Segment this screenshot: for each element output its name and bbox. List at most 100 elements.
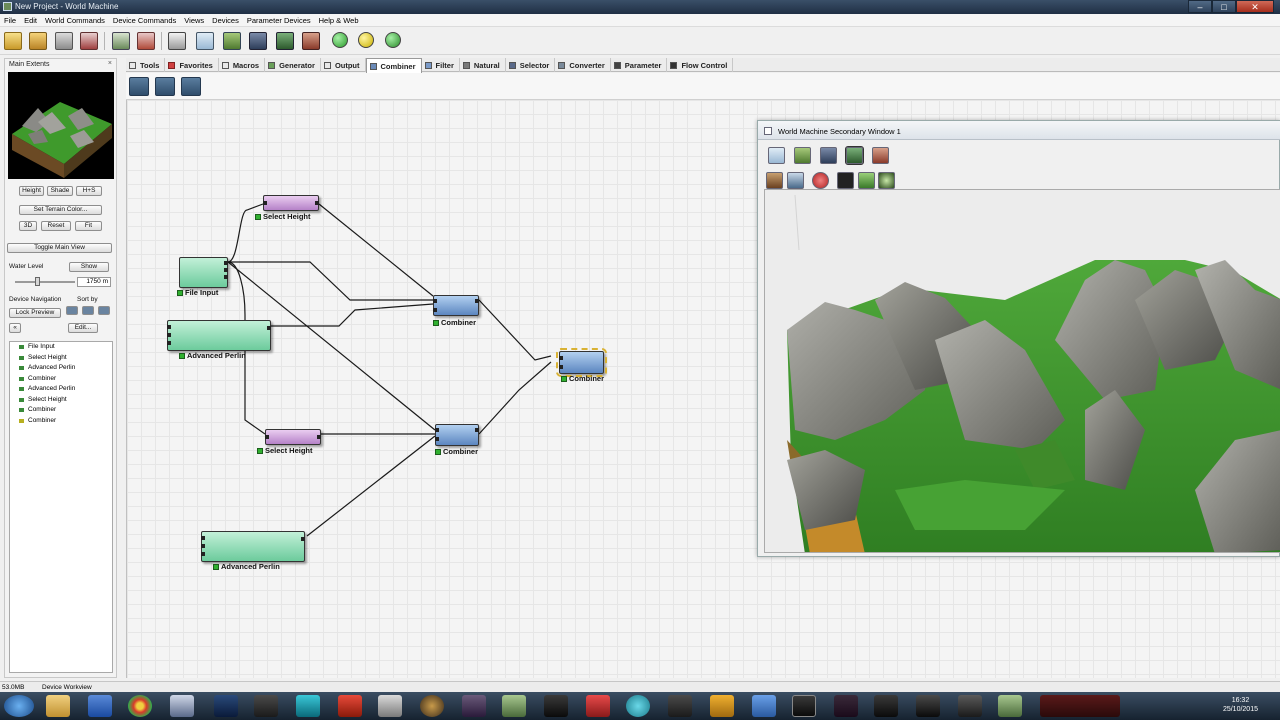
taskbar-clock[interactable]: 16:32 25/10/2015 (1223, 696, 1258, 714)
input-port[interactable] (201, 552, 205, 556)
record-icon[interactable] (812, 172, 829, 189)
file-input-node[interactable] (179, 257, 228, 288)
menu-edit[interactable]: Edit (20, 14, 41, 26)
tab-macros[interactable]: Macros (219, 58, 266, 72)
word-icon[interactable] (88, 695, 112, 717)
app-icon[interactable] (462, 695, 486, 717)
secondary-window-title-bar[interactable]: World Machine Secondary Window 1 (758, 121, 1280, 140)
tree-item-combiner[interactable]: Combiner (10, 374, 112, 385)
build-icon[interactable] (112, 32, 130, 50)
3d-terrain-view[interactable] (764, 189, 1280, 553)
terrain-view-icon[interactable] (223, 32, 241, 50)
tab-filter[interactable]: Filter (422, 58, 460, 72)
input-port[interactable] (435, 428, 439, 432)
zbrush-icon[interactable] (378, 695, 402, 717)
tab-selector[interactable]: Selector (506, 58, 556, 72)
terrain-view-icon[interactable] (794, 147, 811, 164)
build-all-icon[interactable] (385, 32, 401, 48)
view-3d-button[interactable]: 3D (19, 221, 37, 231)
tab-tools[interactable]: Tools (126, 58, 166, 72)
layout-view-icon[interactable] (820, 147, 837, 164)
start-button[interactable] (4, 695, 34, 717)
lock-preview-button[interactable]: Lock Preview (9, 308, 61, 318)
water-level-slider-track[interactable] (15, 281, 75, 283)
world-machine-active-icon[interactable] (998, 695, 1022, 717)
app-icon[interactable] (170, 695, 194, 717)
output-port[interactable] (475, 428, 479, 432)
epic-launcher-icon[interactable] (544, 695, 568, 717)
edit-device-button[interactable]: Edit... (68, 323, 98, 333)
advanced-perlin-node[interactable] (201, 531, 305, 562)
photoshop-icon[interactable] (214, 695, 238, 717)
show-water-button[interactable]: Show (69, 262, 109, 272)
tab-generator[interactable]: Generator (265, 58, 321, 72)
input-port[interactable] (559, 356, 563, 360)
tree-item-combiner[interactable]: Combiner (10, 405, 112, 416)
input-port[interactable] (201, 544, 205, 548)
green-light-icon[interactable] (332, 32, 348, 48)
input-port[interactable] (167, 333, 171, 337)
fit-button[interactable]: Fit (75, 221, 102, 231)
tab-combiner[interactable]: Combiner (365, 58, 422, 73)
minimize-button[interactable]: – (1188, 0, 1212, 13)
export-icon[interactable] (80, 32, 98, 50)
input-port[interactable] (265, 435, 269, 439)
menu-world-commands[interactable]: World Commands (41, 14, 109, 26)
tab-parameter[interactable]: Parameter (611, 58, 668, 72)
save-icon[interactable] (55, 32, 73, 50)
new-project-icon[interactable] (4, 32, 22, 50)
tab-flow-control[interactable]: Flow Control (667, 58, 734, 72)
set-terrain-color-button[interactable]: Set Terrain Color... (19, 205, 102, 215)
select-height-node[interactable] (263, 195, 319, 211)
tab-favorites[interactable]: Favorites (165, 58, 219, 72)
tree-item-advanced-perlin[interactable]: Advanced Perlin (10, 363, 112, 374)
app-icon[interactable] (338, 695, 362, 717)
input-port[interactable] (167, 325, 171, 329)
output-port[interactable] (315, 201, 319, 205)
workview-icon[interactable] (196, 32, 214, 50)
tab-natural[interactable]: Natural (460, 58, 506, 72)
terrain-preview[interactable] (8, 72, 114, 179)
menu-devices[interactable]: Devices (208, 14, 243, 26)
input-port[interactable] (559, 365, 563, 369)
tree-item-advanced-perlin[interactable]: Advanced Perlin (10, 384, 112, 395)
app-icon[interactable] (752, 695, 776, 717)
device-settings-icon[interactable] (168, 32, 186, 50)
render-view-icon[interactable] (845, 146, 864, 165)
output-port[interactable] (224, 275, 228, 279)
app-icon[interactable] (254, 695, 278, 717)
output-port[interactable] (317, 435, 321, 439)
output-port[interactable] (475, 299, 479, 303)
workview-icon[interactable] (768, 147, 785, 164)
sort-by-order-icon[interactable] (98, 306, 110, 315)
menu-file[interactable]: File (0, 14, 20, 26)
output-port[interactable] (267, 326, 271, 330)
combiner-node[interactable] (433, 295, 479, 316)
toggle-main-view-button[interactable]: Toggle Main View (7, 243, 112, 253)
collapse-icon[interactable]: « (9, 323, 21, 333)
render-icon[interactable] (837, 172, 854, 189)
menu-help-web[interactable]: Help & Web (315, 14, 363, 26)
app-icon[interactable] (296, 695, 320, 717)
app-icon[interactable] (586, 695, 610, 717)
select-height-node[interactable] (265, 429, 321, 445)
advanced-perlin-node[interactable] (167, 320, 271, 351)
input-port[interactable] (435, 437, 439, 441)
sphere-icon[interactable] (878, 172, 895, 189)
input-port[interactable] (433, 308, 437, 312)
menu-device-commands[interactable]: Device Commands (109, 14, 180, 26)
yellow-light-icon[interactable] (358, 32, 374, 48)
sort-by-name-icon[interactable] (82, 306, 94, 315)
tree-item-combiner[interactable]: Combiner (10, 416, 112, 427)
water-level-value-field[interactable]: 1750 m (77, 277, 111, 287)
reset-button[interactable]: Reset (41, 221, 71, 231)
app-icon[interactable] (792, 695, 816, 717)
app-icon[interactable] (834, 695, 858, 717)
input-port[interactable] (263, 201, 267, 205)
height-button[interactable]: Height (19, 186, 44, 196)
blend-device-icon[interactable] (181, 77, 201, 96)
tree-item-select-height[interactable]: Select Height (10, 353, 112, 364)
draw-icon[interactable] (858, 172, 875, 189)
tab-output[interactable]: Output (321, 58, 366, 72)
combiner-node-selected[interactable] (556, 348, 607, 377)
